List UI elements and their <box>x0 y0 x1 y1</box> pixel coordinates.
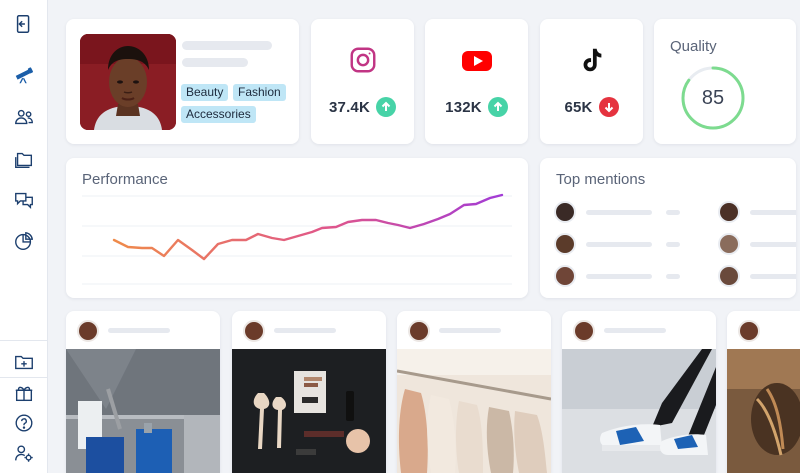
sidebar <box>0 0 48 473</box>
post-card[interactable] <box>397 311 551 473</box>
arrow-down-icon <box>598 97 619 117</box>
profile-photo <box>80 34 176 130</box>
post-avatar <box>573 320 595 342</box>
performance-series-line <box>112 193 504 261</box>
folders-icon[interactable] <box>12 147 36 171</box>
tag-accessories[interactable]: Accessories <box>181 106 256 123</box>
post-card[interactable] <box>727 311 800 473</box>
post-avatar <box>77 320 99 342</box>
mention-avatar <box>718 233 740 255</box>
users-icon[interactable] <box>12 105 36 129</box>
instagram-stat-card[interactable]: 37.4K <box>311 19 414 144</box>
gift-icon[interactable] <box>12 381 36 405</box>
pie-chart-icon[interactable] <box>12 229 36 253</box>
profile-card: Beauty Fashion Accessories <box>66 19 299 144</box>
mention-avatar <box>554 265 576 287</box>
folder-plus-icon[interactable] <box>12 350 36 374</box>
post-card[interactable] <box>562 311 716 473</box>
top-mentions-card: Top mentions <box>540 158 796 298</box>
name-placeholder <box>182 41 272 50</box>
instagram-icon <box>347 44 379 76</box>
mentions-title: Top mentions <box>556 171 646 188</box>
post-avatar <box>408 320 430 342</box>
mention-row[interactable] <box>554 265 680 287</box>
telescope-icon[interactable] <box>12 63 36 87</box>
chat-icon[interactable] <box>12 188 36 212</box>
tiktok-icon <box>576 44 608 76</box>
sidebar-divider <box>0 377 48 378</box>
post-image <box>66 349 220 473</box>
mention-row[interactable] <box>718 233 796 255</box>
arrow-up-icon <box>487 97 508 117</box>
tag-fashion[interactable]: Fashion <box>233 84 286 101</box>
performance-card: Performance <box>66 158 528 298</box>
performance-chart <box>82 193 512 285</box>
quality-title: Quality <box>670 38 717 55</box>
arrow-up-icon <box>376 97 397 117</box>
post-image <box>727 349 800 473</box>
sidebar-divider <box>0 340 48 341</box>
mention-avatar <box>554 201 576 223</box>
youtube-subscribers: 132K <box>445 98 482 116</box>
handle-placeholder <box>182 58 248 67</box>
mention-avatar <box>718 265 740 287</box>
quality-card: Quality 85 <box>654 19 796 144</box>
mention-row[interactable] <box>718 201 796 223</box>
help-icon[interactable] <box>12 411 36 435</box>
mention-row[interactable] <box>554 201 680 223</box>
post-avatar <box>738 320 760 342</box>
post-avatar <box>243 320 265 342</box>
post-image <box>397 349 551 473</box>
post-image <box>232 349 386 473</box>
tiktok-stat-card[interactable]: 65K <box>540 19 643 144</box>
tag-beauty[interactable]: Beauty <box>181 84 229 101</box>
mention-avatar <box>554 233 576 255</box>
user-settings-icon[interactable] <box>12 441 36 465</box>
youtube-stat-card[interactable]: 132K <box>425 19 528 144</box>
instagram-followers: 37.4K <box>328 98 371 116</box>
mention-row[interactable] <box>554 233 680 255</box>
tiktok-followers: 65K <box>564 98 593 116</box>
logout-icon[interactable] <box>12 12 36 36</box>
post-image <box>562 349 716 473</box>
mention-avatar <box>718 201 740 223</box>
post-card[interactable] <box>232 311 386 473</box>
youtube-icon <box>461 44 493 76</box>
mention-row[interactable] <box>718 265 796 287</box>
post-card[interactable] <box>66 311 220 473</box>
quality-score: 85 <box>701 87 725 109</box>
